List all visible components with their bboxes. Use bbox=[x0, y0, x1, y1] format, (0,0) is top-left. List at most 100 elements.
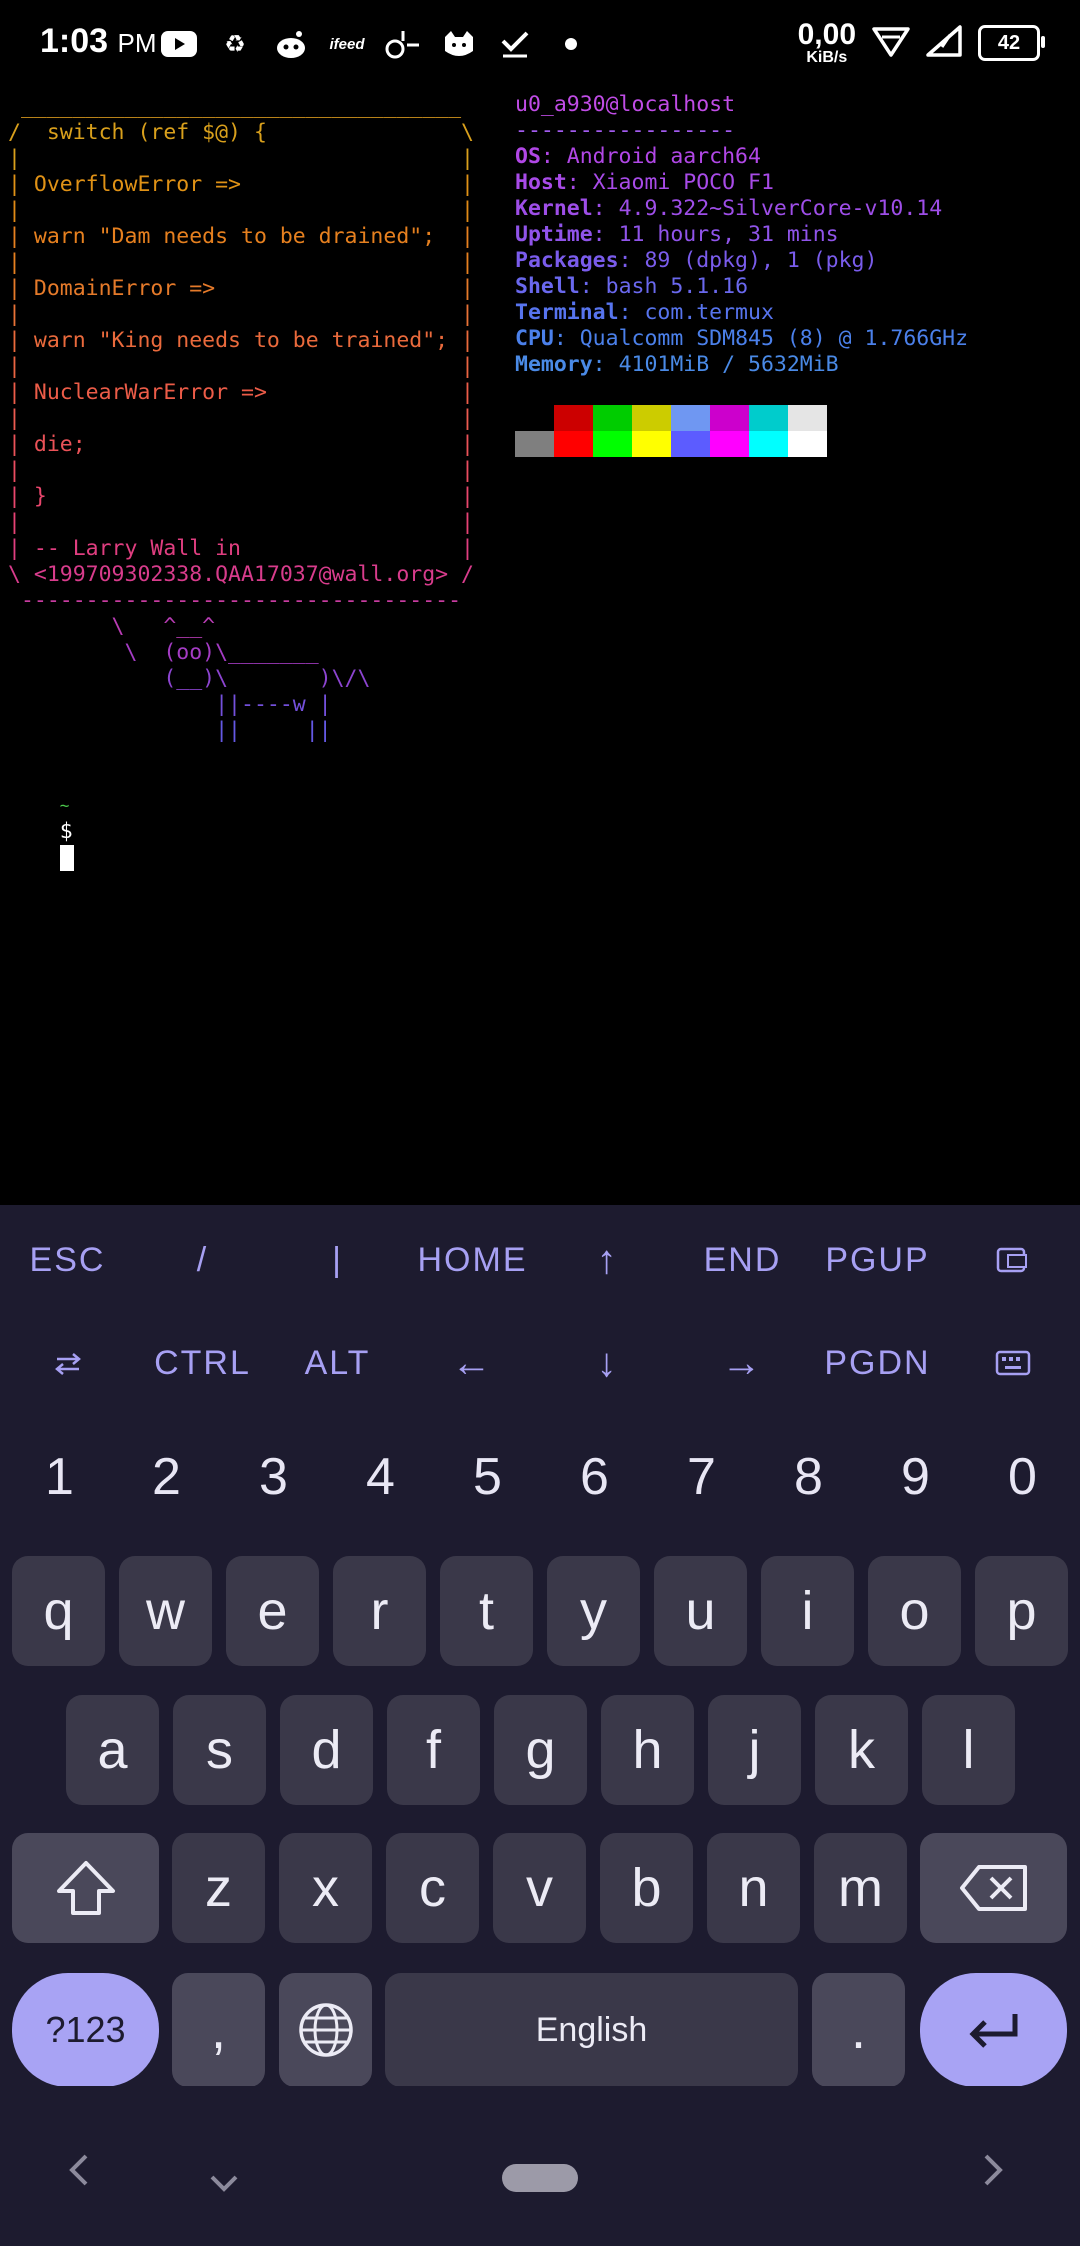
info-row: Packages: 89 (dpkg), 1 (pkg) bbox=[515, 248, 878, 273]
key-g[interactable]: g bbox=[494, 1695, 587, 1805]
shift-key[interactable] bbox=[12, 1833, 159, 1943]
key-e[interactable]: e bbox=[226, 1556, 319, 1666]
info-key: Packages bbox=[515, 248, 619, 273]
key-p[interactable]: p bbox=[975, 1556, 1068, 1666]
number-row: 1234567890 bbox=[0, 1413, 1080, 1541]
dot-icon bbox=[552, 26, 590, 62]
paste-icon[interactable] bbox=[945, 1210, 1080, 1310]
key-n[interactable]: n bbox=[707, 1833, 800, 1943]
pipe-key[interactable]: | bbox=[270, 1210, 405, 1310]
tab-icon[interactable] bbox=[0, 1313, 135, 1413]
key-v[interactable]: v bbox=[493, 1833, 586, 1943]
key-w[interactable]: w bbox=[119, 1556, 212, 1666]
ctrl-key[interactable]: CTRL bbox=[135, 1313, 270, 1413]
key-y[interactable]: y bbox=[547, 1556, 640, 1666]
key-a[interactable]: a bbox=[66, 1695, 159, 1805]
key-s[interactable]: s bbox=[173, 1695, 266, 1805]
backspace-key[interactable] bbox=[920, 1833, 1067, 1943]
language-key[interactable] bbox=[279, 1973, 372, 2087]
key-z[interactable]: z bbox=[172, 1833, 265, 1943]
pgup-key[interactable]: PGUP bbox=[810, 1210, 945, 1310]
period-key[interactable]: . bbox=[812, 1973, 905, 2087]
cowsay-line: \ <199709302338.QAA17037@wall.org> / bbox=[8, 562, 474, 587]
info-value: bash 5.1.16 bbox=[605, 274, 749, 299]
key-q[interactable]: q bbox=[12, 1556, 105, 1666]
hide-keyboard-icon[interactable] bbox=[208, 2160, 240, 2205]
enter-key[interactable] bbox=[920, 1973, 1067, 2087]
symbols-key[interactable]: ?123 bbox=[12, 1973, 159, 2087]
signal-icon bbox=[926, 24, 962, 62]
color-swatch bbox=[515, 431, 554, 457]
alt-key[interactable]: ALT bbox=[270, 1313, 405, 1413]
number-key-4[interactable]: 4 bbox=[327, 1413, 434, 1541]
info-value: Android aarch64 bbox=[566, 144, 761, 169]
key-i[interactable]: i bbox=[761, 1556, 854, 1666]
key-j[interactable]: j bbox=[708, 1695, 801, 1805]
back-icon[interactable] bbox=[66, 2152, 90, 2198]
number-key-8[interactable]: 8 bbox=[755, 1413, 862, 1541]
key-x[interactable]: x bbox=[279, 1833, 372, 1943]
info-key: CPU bbox=[515, 326, 554, 351]
clock: 1:03 PM bbox=[40, 22, 157, 60]
down-arrow-key[interactable]: ↓ bbox=[540, 1313, 675, 1413]
info-key: OS bbox=[515, 144, 541, 169]
slash-key[interactable]: / bbox=[135, 1210, 270, 1310]
home-key[interactable]: HOME bbox=[405, 1210, 540, 1310]
number-key-6[interactable]: 6 bbox=[541, 1413, 648, 1541]
comma-key[interactable]: , bbox=[172, 1973, 265, 2087]
cowsay-line: ||----w | bbox=[8, 692, 332, 717]
number-key-0[interactable]: 0 bbox=[969, 1413, 1076, 1541]
info-row: Memory: 4101MiB / 5632MiB bbox=[515, 352, 839, 377]
enter-icon bbox=[968, 2014, 1017, 2048]
app-icon bbox=[384, 26, 422, 62]
key-k[interactable]: k bbox=[815, 1695, 908, 1805]
number-key-2[interactable]: 2 bbox=[113, 1413, 220, 1541]
cowsay-line: | | bbox=[8, 458, 474, 483]
key-c[interactable]: c bbox=[386, 1833, 479, 1943]
info-row: Terminal: com.termux bbox=[515, 300, 774, 325]
recycle-icon: ♻ bbox=[224, 30, 246, 58]
key-o[interactable]: o bbox=[868, 1556, 961, 1666]
key-r[interactable]: r bbox=[333, 1556, 426, 1666]
number-key-7[interactable]: 7 bbox=[648, 1413, 755, 1541]
navigation-bar bbox=[0, 2086, 1080, 2246]
number-key-5[interactable]: 5 bbox=[434, 1413, 541, 1541]
esc-key[interactable]: ESC bbox=[0, 1210, 135, 1310]
info-value: 89 (dpkg), 1 (pkg) bbox=[644, 248, 878, 273]
battery-icon: 42 bbox=[978, 25, 1045, 61]
color-swatch bbox=[788, 431, 827, 457]
color-swatch bbox=[671, 405, 710, 431]
number-key-9[interactable]: 9 bbox=[862, 1413, 969, 1541]
prompt-line[interactable]: ~ $ bbox=[8, 766, 74, 897]
cowsay-line: | | bbox=[8, 406, 474, 431]
color-swatch bbox=[632, 431, 671, 457]
key-m[interactable]: m bbox=[814, 1833, 907, 1943]
extra-keys-bar: ESC / | HOME ↑ END PGUP CTRL ALT ← ↓ → PGDN bbox=[0, 1205, 1080, 1413]
keyboard-icon[interactable] bbox=[945, 1313, 1080, 1413]
cowsay-line: | | bbox=[8, 354, 474, 379]
key-h[interactable]: h bbox=[601, 1695, 694, 1805]
key-d[interactable]: d bbox=[280, 1695, 373, 1805]
end-key[interactable]: END bbox=[675, 1210, 810, 1310]
key-t[interactable]: t bbox=[440, 1556, 533, 1666]
space-bar[interactable]: English bbox=[385, 1973, 798, 2087]
forward-icon[interactable] bbox=[982, 2152, 1006, 2198]
number-key-1[interactable]: 1 bbox=[6, 1413, 113, 1541]
globe-icon bbox=[298, 2003, 353, 2057]
color-swatch bbox=[749, 405, 788, 431]
shift-icon bbox=[56, 1861, 115, 1915]
key-b[interactable]: b bbox=[600, 1833, 693, 1943]
up-arrow-key[interactable]: ↑ bbox=[540, 1210, 675, 1310]
terminal-output[interactable]: __________________________________ / swit… bbox=[0, 90, 1080, 1205]
right-arrow-key[interactable]: → bbox=[675, 1313, 810, 1413]
left-arrow-key[interactable]: ← bbox=[405, 1313, 540, 1413]
key-u[interactable]: u bbox=[654, 1556, 747, 1666]
home-pill[interactable] bbox=[502, 2164, 578, 2192]
key-f[interactable]: f bbox=[387, 1695, 480, 1805]
cowsay-line: | } | bbox=[8, 484, 474, 509]
number-key-3[interactable]: 3 bbox=[220, 1413, 327, 1541]
cowsay-line: | | bbox=[8, 250, 474, 275]
info-row: CPU: Qualcomm SDM845 (8) @ 1.766GHz bbox=[515, 326, 969, 351]
key-l[interactable]: l bbox=[922, 1695, 1015, 1805]
pgdn-key[interactable]: PGDN bbox=[810, 1313, 945, 1413]
